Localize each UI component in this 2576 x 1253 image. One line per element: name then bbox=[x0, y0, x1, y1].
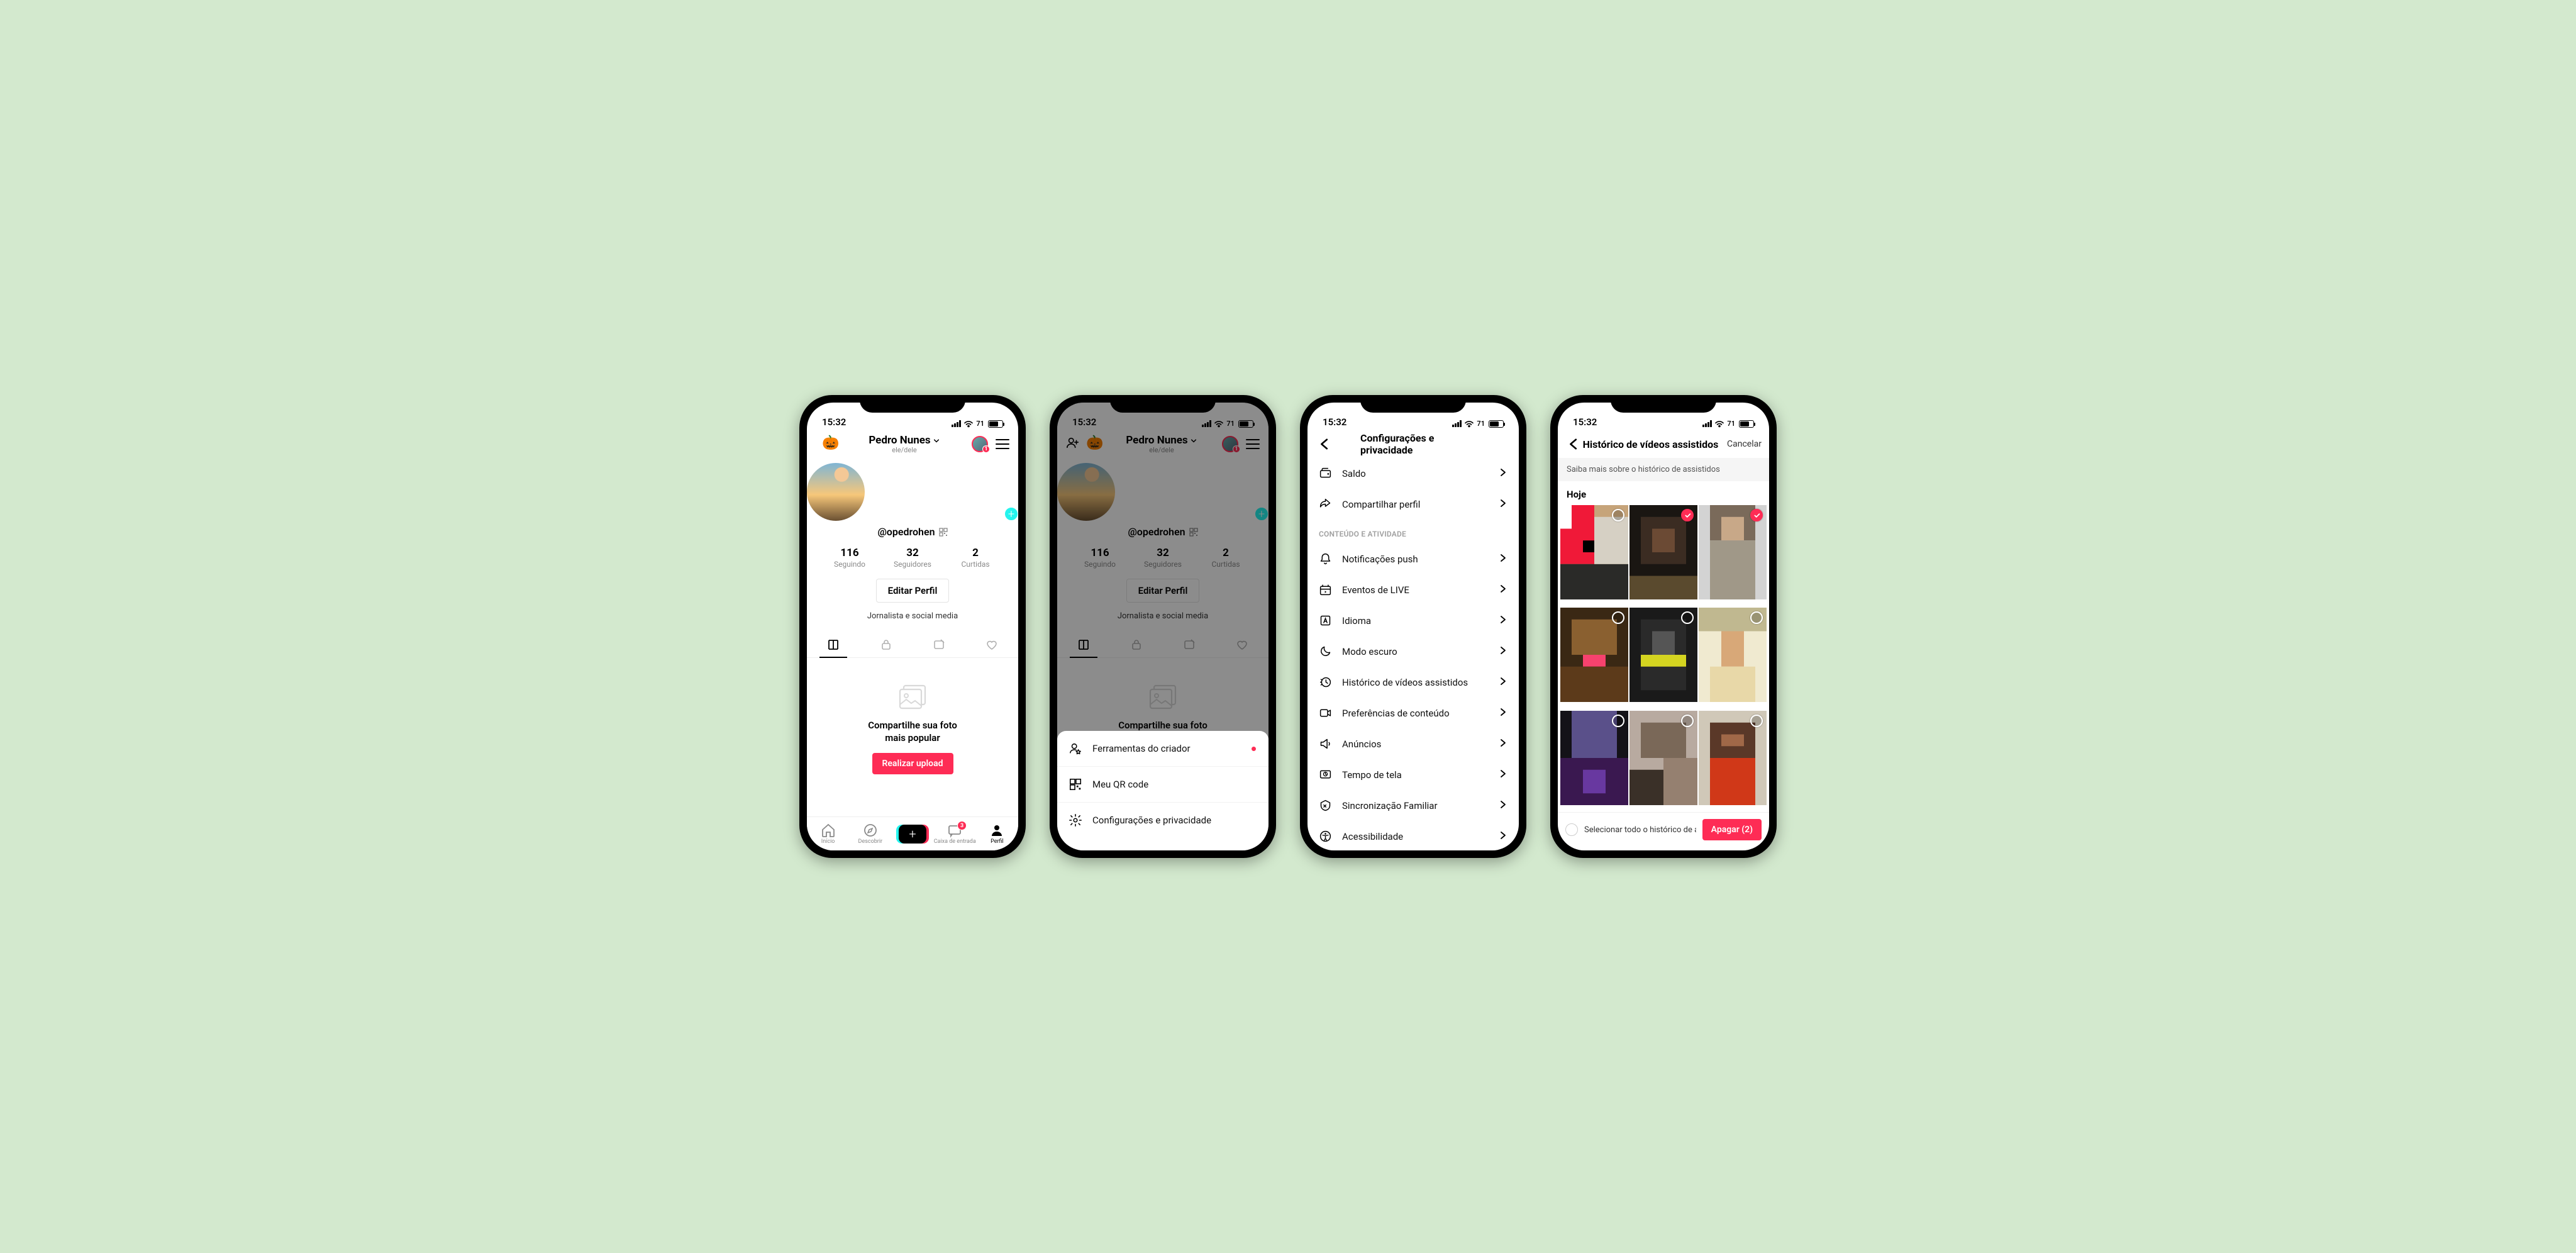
phone-profile-sheet: 15:32 71 🎃Pedro Nunesele/dele1 + @opedro… bbox=[1050, 395, 1276, 858]
select-all-checkbox[interactable]: Selecionar todo o histórico de assis... bbox=[1565, 823, 1696, 836]
qr-icon bbox=[939, 528, 948, 537]
settings-title: Configurações e privacidade bbox=[1360, 432, 1466, 456]
bottom-nav: Início Descobrir + 3Caixa de entrada Per… bbox=[807, 816, 1018, 850]
profile-pronouns: ele/dele bbox=[837, 446, 972, 454]
history-title: Histórico de vídeos assistidos bbox=[1578, 438, 1723, 450]
battery-icon bbox=[988, 420, 1003, 428]
status-time: 15:32 bbox=[822, 416, 846, 428]
stat-following[interactable]: 116Seguindo bbox=[818, 547, 881, 569]
nav-home[interactable]: Início bbox=[807, 823, 849, 845]
history-grid bbox=[1558, 505, 1769, 812]
upload-button[interactable]: Realizar upload bbox=[872, 753, 953, 774]
history-header: Histórico de vídeos assistidos Cancelar bbox=[1558, 430, 1769, 458]
row-push-notifications[interactable]: Notificações push bbox=[1307, 543, 1519, 574]
battery-percent: 71 bbox=[976, 420, 984, 428]
select-checkbox[interactable] bbox=[1612, 509, 1624, 521]
row-watch-history[interactable]: Histórico de vídeos assistidos bbox=[1307, 667, 1519, 698]
tab-private[interactable] bbox=[860, 632, 913, 657]
profile-header: 🎃 Pedro Nunes ele/dele 1 bbox=[807, 430, 1018, 454]
tab-grid[interactable] bbox=[807, 632, 860, 657]
video-thumb[interactable] bbox=[1699, 711, 1767, 805]
sheet-settings[interactable]: Configurações e privacidade bbox=[1057, 803, 1269, 838]
delete-button[interactable]: Apagar (2) bbox=[1702, 819, 1762, 840]
signal-icon bbox=[952, 420, 961, 427]
history-info-banner[interactable]: Saiba mais sobre o histórico de assistid… bbox=[1558, 458, 1769, 481]
row-language[interactable]: Idioma bbox=[1307, 605, 1519, 636]
wifi-icon bbox=[963, 420, 974, 428]
row-family-pairing[interactable]: Sincronização Familiar bbox=[1307, 790, 1519, 821]
video-thumb[interactable] bbox=[1560, 505, 1628, 599]
row-balance[interactable]: Saldo bbox=[1307, 458, 1519, 489]
history-footer: Selecionar todo o histórico de assis... … bbox=[1558, 812, 1769, 850]
sheet-creator-tools[interactable]: Ferramentas do criador bbox=[1057, 731, 1269, 767]
row-live-events[interactable]: Eventos de LIVE bbox=[1307, 574, 1519, 605]
video-thumb[interactable] bbox=[1560, 711, 1628, 805]
notification-dot bbox=[1252, 747, 1256, 751]
row-accessibility[interactable]: Acessibilidade bbox=[1307, 821, 1519, 850]
stat-followers[interactable]: 32Seguidores bbox=[881, 547, 944, 569]
pumpkin-icon[interactable]: 🎃 bbox=[822, 437, 837, 452]
select-checkbox[interactable] bbox=[1612, 715, 1624, 727]
nav-profile[interactable]: Perfil bbox=[976, 823, 1018, 845]
nav-inbox[interactable]: 3Caixa de entrada bbox=[934, 823, 976, 845]
profile-name-dropdown[interactable]: Pedro Nunes bbox=[869, 434, 940, 447]
tab-liked[interactable] bbox=[965, 632, 1018, 657]
nav-create[interactable]: + bbox=[891, 825, 933, 844]
history-section-today: Hoje bbox=[1558, 481, 1769, 505]
row-screen-time[interactable]: Tempo de tela bbox=[1307, 759, 1519, 790]
nav-discover[interactable]: Descobrir bbox=[849, 823, 891, 845]
edit-profile-button[interactable]: Editar Perfil bbox=[876, 579, 950, 603]
settings-header: Configurações e privacidade bbox=[1307, 430, 1519, 458]
select-checkbox[interactable] bbox=[1750, 509, 1763, 521]
section-content-activity: CONTEÚDO E ATIVIDADE bbox=[1307, 520, 1519, 543]
photos-icon bbox=[895, 682, 930, 712]
back-button[interactable] bbox=[1316, 437, 1331, 452]
profile-tabs bbox=[807, 632, 1018, 658]
select-checkbox[interactable] bbox=[1681, 715, 1694, 727]
empty-state: Compartilhe sua fotomais popular Realiza… bbox=[807, 658, 1018, 816]
video-thumb[interactable] bbox=[1699, 505, 1767, 599]
row-share-profile[interactable]: Compartilhar perfil bbox=[1307, 489, 1519, 520]
row-dark-mode[interactable]: Modo escuro bbox=[1307, 636, 1519, 667]
profile-stats: 116Seguindo 32Seguidores 2Curtidas bbox=[807, 547, 1018, 569]
tab-saved[interactable] bbox=[913, 632, 965, 657]
row-ads[interactable]: Anúncios bbox=[1307, 728, 1519, 759]
select-checkbox[interactable] bbox=[1750, 715, 1763, 727]
select-checkbox[interactable] bbox=[1681, 509, 1694, 521]
add-story-icon[interactable]: + bbox=[1003, 506, 1018, 522]
video-thumb[interactable] bbox=[1629, 505, 1697, 599]
row-content-preferences[interactable]: Preferências de conteúdo bbox=[1307, 698, 1519, 728]
profile-avatar[interactable]: + bbox=[807, 463, 1018, 521]
sheet-qr-code[interactable]: Meu QR code bbox=[1057, 767, 1269, 803]
profile-handle[interactable]: @opedrohen bbox=[807, 526, 1018, 538]
profile-bio: Jornalista e social media bbox=[807, 611, 1018, 621]
cancel-button[interactable]: Cancelar bbox=[1727, 439, 1762, 449]
phone-settings: 15:32 71 Configurações e privacidade Sal… bbox=[1300, 395, 1526, 858]
video-thumb[interactable] bbox=[1560, 608, 1628, 702]
video-thumb[interactable] bbox=[1629, 711, 1697, 805]
video-thumb[interactable] bbox=[1699, 608, 1767, 702]
video-thumb[interactable] bbox=[1629, 608, 1697, 702]
story-avatar[interactable]: 1 bbox=[972, 436, 988, 452]
menu-icon[interactable] bbox=[996, 439, 1009, 449]
action-sheet: Ferramentas do criador Meu QR code Confi… bbox=[1057, 731, 1269, 850]
stat-likes[interactable]: 2Curtidas bbox=[944, 547, 1007, 569]
phone-watch-history: 15:32 71 Histórico de vídeos assistidos … bbox=[1550, 395, 1777, 858]
phone-profile: 15:32 71 🎃 Pedro Nunes ele/dele 1 bbox=[799, 395, 1026, 858]
